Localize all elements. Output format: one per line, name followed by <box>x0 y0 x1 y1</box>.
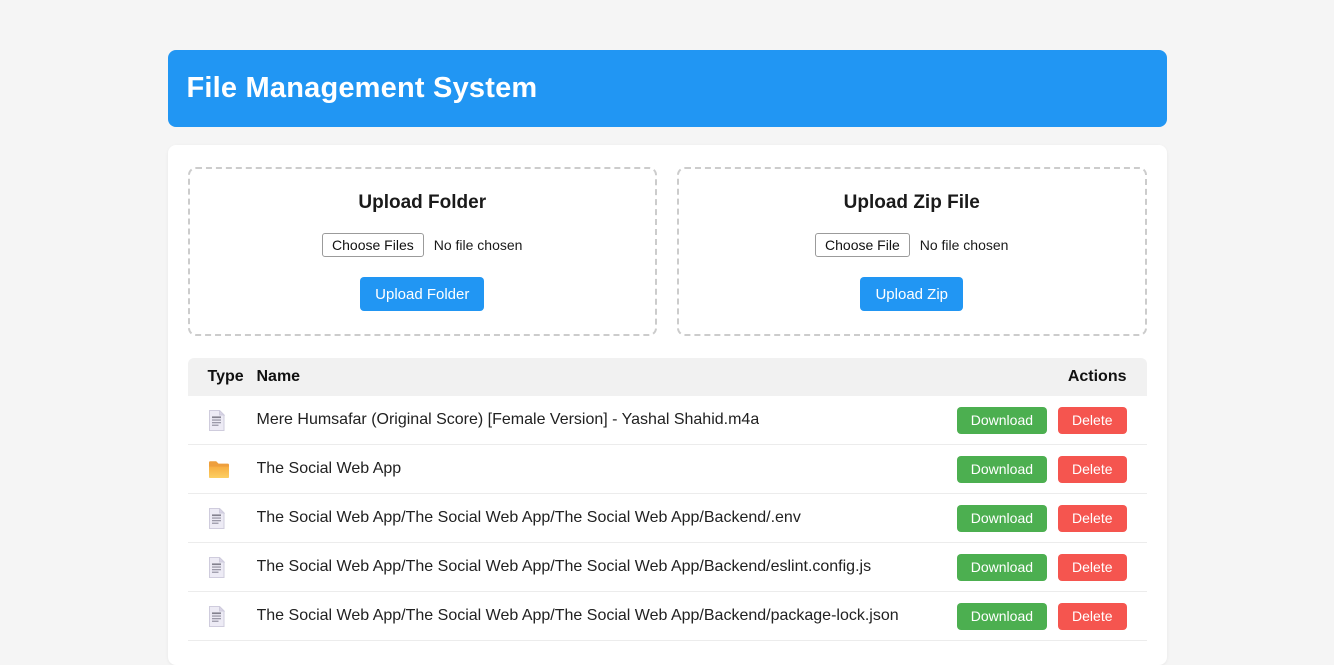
download-button[interactable]: Download <box>957 407 1047 434</box>
document-icon <box>208 410 257 431</box>
folder-file-input: Choose Files No file chosen <box>190 233 656 257</box>
upload-folder-title: Upload Folder <box>190 192 656 214</box>
delete-button[interactable]: Delete <box>1058 505 1126 532</box>
folder-file-status: No file chosen <box>434 237 523 253</box>
zip-file-status: No file chosen <box>920 237 1009 253</box>
download-button[interactable]: Download <box>957 554 1047 581</box>
download-button[interactable]: Download <box>957 456 1047 483</box>
upload-zip-title: Upload Zip File <box>679 192 1145 214</box>
delete-button[interactable]: Delete <box>1058 407 1126 434</box>
main-card: Upload Folder Choose Files No file chose… <box>168 145 1167 665</box>
row-actions: Download Delete <box>957 407 1127 434</box>
row-actions: Download Delete <box>957 505 1127 532</box>
table-row: The Social Web App/The Social Web App/Th… <box>188 494 1147 543</box>
download-button[interactable]: Download <box>957 505 1047 532</box>
page-container: File Management System Upload Folder Cho… <box>168 50 1167 665</box>
upload-sections: Upload Folder Choose Files No file chose… <box>188 167 1147 336</box>
document-icon <box>208 606 257 627</box>
folder-name: The Social Web App <box>257 460 402 478</box>
upload-folder-button[interactable]: Upload Folder <box>360 277 484 311</box>
app-header: File Management System <box>168 50 1167 127</box>
table-row: The Social Web App Download Delete <box>188 445 1147 494</box>
zip-file-input: Choose File No file chosen <box>679 233 1145 257</box>
delete-button[interactable]: Delete <box>1058 603 1126 630</box>
page-title: File Management System <box>187 72 538 105</box>
column-header-name: Name <box>257 368 301 386</box>
row-actions: Download Delete <box>957 603 1127 630</box>
delete-button[interactable]: Delete <box>1058 456 1126 483</box>
choose-files-button[interactable]: Choose Files <box>322 233 424 257</box>
file-name: The Social Web App/The Social Web App/Th… <box>257 558 872 576</box>
column-header-actions: Actions <box>1068 368 1127 386</box>
column-header-type: Type <box>208 368 257 386</box>
delete-button[interactable]: Delete <box>1058 554 1126 581</box>
upload-zip-button[interactable]: Upload Zip <box>860 277 963 311</box>
upload-folder-section: Upload Folder Choose Files No file chose… <box>188 167 658 336</box>
document-icon <box>208 557 257 578</box>
upload-zip-section: Upload Zip File Choose File No file chos… <box>677 167 1147 336</box>
file-table: Type Name Actions Mere Humsafar (Ori <box>188 358 1147 641</box>
folder-icon <box>208 460 257 479</box>
choose-file-button[interactable]: Choose File <box>815 233 910 257</box>
file-name: The Social Web App/The Social Web App/Th… <box>257 509 801 527</box>
download-button[interactable]: Download <box>957 603 1047 630</box>
file-name: Mere Humsafar (Original Score) [Female V… <box>257 411 760 429</box>
row-actions: Download Delete <box>957 554 1127 581</box>
document-icon <box>208 508 257 529</box>
file-name: The Social Web App/The Social Web App/Th… <box>257 607 899 625</box>
table-header-row: Type Name Actions <box>188 358 1147 396</box>
row-actions: Download Delete <box>957 456 1127 483</box>
table-row: Mere Humsafar (Original Score) [Female V… <box>188 396 1147 445</box>
table-row: The Social Web App/The Social Web App/Th… <box>188 543 1147 592</box>
